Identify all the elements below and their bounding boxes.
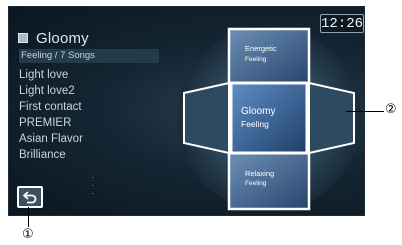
back-arrow-icon xyxy=(23,190,37,203)
song-item[interactable]: Light love xyxy=(19,67,83,83)
music-mood-screen: 12:26 Gloomy Feeling / 7 Songs Light lov… xyxy=(8,6,365,216)
song-item[interactable]: Brilliance xyxy=(19,147,83,163)
mood-title-row: Gloomy xyxy=(18,28,89,48)
song-item[interactable]: Asian Flavor xyxy=(19,131,83,147)
mood-cube-selector[interactable]: Energetic Feeling Gloomy Feeling Relaxin… xyxy=(174,21,364,216)
cube-face-left[interactable] xyxy=(183,81,230,155)
energetic-sublabel: Feeling xyxy=(245,56,267,63)
cube-face-relaxing[interactable] xyxy=(227,151,311,211)
callout-number-cube: ② xyxy=(385,102,397,117)
more-songs-indicator: · · · xyxy=(91,172,95,199)
cube-face-right[interactable] xyxy=(308,81,355,155)
gloomy-sublabel: Feeling xyxy=(241,119,269,129)
song-item[interactable]: PREMIER xyxy=(19,115,83,131)
cube-face-energetic[interactable] xyxy=(227,27,311,85)
mood-subtitle: Feeling / 7 Songs xyxy=(19,49,159,63)
callout-number-back: ① xyxy=(22,227,34,242)
song-item[interactable]: Light love2 xyxy=(19,83,83,99)
mood-title: Gloomy xyxy=(36,29,89,47)
song-list: Light love Light love2 First contact PRE… xyxy=(19,67,83,163)
song-item[interactable]: First contact xyxy=(19,99,83,115)
relaxing-label: Relaxing xyxy=(245,169,274,178)
mood-square-icon xyxy=(18,33,28,43)
cube-face-gloomy[interactable] xyxy=(229,81,309,155)
gloomy-label: Gloomy xyxy=(241,106,275,117)
callout-line-cube xyxy=(346,111,384,112)
callout-line-back xyxy=(28,207,29,227)
relaxing-sublabel: Feeling xyxy=(245,180,267,187)
energetic-label: Energetic xyxy=(245,44,277,53)
back-button[interactable] xyxy=(17,186,43,208)
